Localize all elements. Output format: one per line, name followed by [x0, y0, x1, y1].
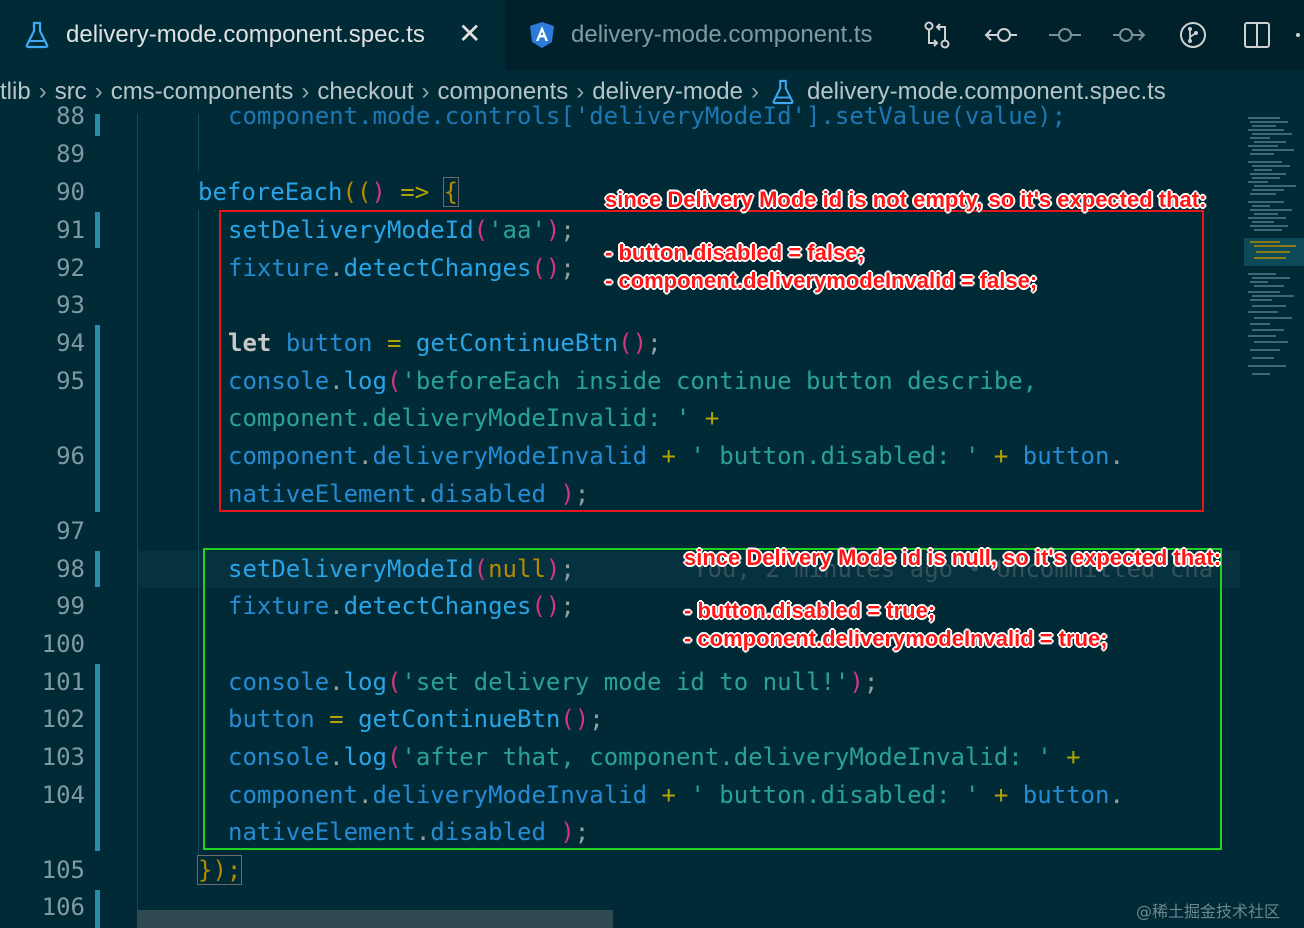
- line-number: 91: [56, 216, 85, 244]
- line-number: 93: [56, 291, 85, 319]
- go-to-commit-icon[interactable]: [1033, 0, 1097, 70]
- more-icon[interactable]: [1289, 0, 1304, 70]
- annotation-text: - component.deliverymodeInvalid = false;: [605, 268, 1038, 293]
- gutter-change-marker: [95, 114, 100, 136]
- code-token: {: [442, 177, 460, 207]
- go-forward-icon[interactable]: [1097, 0, 1161, 70]
- chevron-right-icon: ›: [94, 78, 103, 105]
- annotation-text: since Delivery Mode id is null, so it's …: [684, 545, 1222, 570]
- tab-label: delivery-mode.component.ts: [571, 21, 873, 48]
- gutter-change-marker: [95, 890, 100, 928]
- line-number: 88: [56, 102, 85, 130]
- tab-label: delivery-mode.component.spec.ts: [66, 21, 425, 48]
- line-number: 90: [56, 178, 85, 206]
- tab-spec-file[interactable]: delivery-mode.component.spec.ts ✕: [0, 0, 505, 70]
- gutter-change-marker: [95, 212, 100, 248]
- indent-guide: [198, 210, 199, 855]
- annotation-text: - component.deliverymodeInvalid = true;: [684, 626, 1108, 651]
- git-branch-icon[interactable]: [1161, 0, 1225, 70]
- gutter-change-marker: [95, 325, 100, 512]
- line-number: 104: [41, 781, 85, 809]
- split-editor-icon[interactable]: [1225, 0, 1289, 70]
- indent-guide: [137, 114, 138, 928]
- minimap[interactable]: [1240, 114, 1304, 404]
- annotation-text: - button.disabled = false;: [605, 240, 865, 265]
- line-number: 99: [56, 592, 85, 620]
- line-number: 96: [56, 442, 85, 470]
- annotation-box-green: [203, 548, 1222, 850]
- watermark: @稀土掘金技术社区: [1136, 902, 1281, 921]
- code-token: ((: [342, 178, 372, 206]
- line-number: 102: [41, 705, 85, 733]
- line-number: 105: [41, 856, 85, 884]
- line-number: 106: [41, 893, 85, 921]
- line-number: 101: [41, 668, 85, 696]
- code-token: ): [371, 178, 386, 206]
- compare-changes-icon[interactable]: [905, 0, 969, 70]
- gutter-change-marker: [95, 664, 100, 851]
- horizontal-scrollbar[interactable]: [137, 910, 613, 928]
- code-token: =>: [385, 178, 444, 206]
- code-line: });: [196, 855, 243, 885]
- line-number: 97: [56, 517, 85, 545]
- code-line: beforeEach(() => {: [198, 177, 460, 207]
- line-number: 94: [56, 329, 85, 357]
- gutter-change-marker: [95, 551, 100, 587]
- indent-guide: [198, 114, 199, 172]
- annotation-text: since Delivery Mode id is not empty, so …: [605, 187, 1207, 212]
- annotation-text: - button.disabled = true;: [684, 598, 936, 623]
- line-number: 103: [41, 743, 85, 771]
- line-number: 100: [41, 630, 85, 658]
- line-number: 89: [56, 140, 85, 168]
- close-icon[interactable]: ✕: [458, 20, 481, 48]
- code-token: });: [196, 855, 243, 885]
- code-token: beforeEach: [198, 178, 343, 206]
- line-number: 98: [56, 555, 85, 583]
- angular-icon: [527, 21, 557, 49]
- flask-icon: [22, 21, 52, 49]
- line-number: 95: [56, 367, 85, 395]
- go-back-icon[interactable]: [969, 0, 1033, 70]
- line-number: 92: [56, 254, 85, 282]
- code-line: component.mode.controls['deliveryModeId'…: [228, 102, 1067, 130]
- editor-actions: [905, 0, 1304, 70]
- tab-component-file[interactable]: delivery-mode.component.ts: [505, 0, 890, 70]
- tab-bar: delivery-mode.component.spec.ts ✕ delive…: [0, 0, 1304, 70]
